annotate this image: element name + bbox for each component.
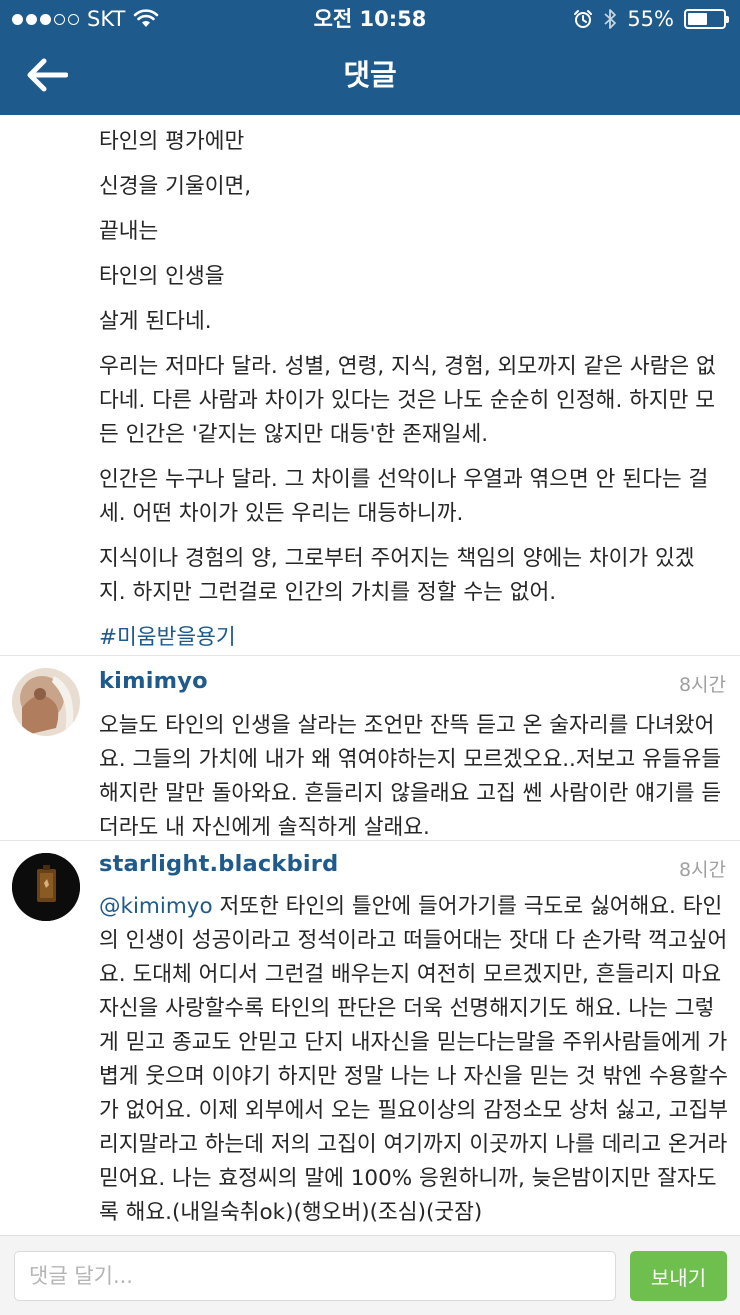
caption-line: 끝내는 — [99, 219, 159, 244]
caption-paragraph: 우리는 저마다 달라. 성별, 연령, 지식, 경험, 외모까지 같은 사람은 … — [99, 354, 716, 447]
caption-paragraph: 지식이나 경험의 양, 그로부터 주어지는 책임의 양에는 차이가 있겠지. 하… — [99, 546, 695, 605]
post-caption: 타인의 평가에만 신경을 기울이면, 끝내는 타인의 인생을 살게 된다네. 우… — [99, 115, 719, 655]
comment-text: 오늘도 타인의 인생을 살라는 조언만 잔뜩 듣고 온 술자리를 다녀왔어요. … — [99, 713, 722, 840]
caption-paragraph: 인간은 누구나 달라. 그 차이를 선악이나 우열과 엮으면 안 된다는 걸세.… — [99, 467, 709, 526]
alarm-icon — [574, 10, 593, 28]
battery-icon — [684, 9, 729, 29]
mention-link[interactable]: @kimimyo — [99, 894, 213, 919]
comment-item: starlight.blackbird 8시간 @kimimyo 저또한 타인의… — [0, 840, 740, 1235]
arrow-left-icon — [27, 58, 68, 92]
bluetooth-icon — [604, 9, 617, 29]
avatar[interactable] — [12, 853, 80, 921]
comments-list[interactable]: 타인의 평가에만 신경을 기울이면, 끝내는 타인의 인생을 살게 된다네. 우… — [0, 115, 740, 1235]
comment-time: 8시간 — [678, 859, 726, 881]
hashtag-link[interactable]: #미움받을용기 — [99, 621, 719, 655]
caption-line: 신경을 기울이면, — [99, 174, 252, 199]
back-button[interactable] — [22, 52, 72, 98]
caption-line: 타인의 평가에만 — [99, 129, 245, 154]
battery-percent: 55% — [627, 7, 674, 31]
caption-line: 타인의 인생을 — [99, 264, 225, 289]
caption-line: 살게 된다네. — [99, 309, 212, 334]
comment-text: @kimimyo 저또한 타인의 틀안에 들어가기를 극도로 싫어해요. 타인의… — [99, 890, 729, 1230]
page-title: 댓글 — [343, 58, 397, 92]
status-bar: SKT 오전 10:58 55% — [0, 0, 740, 38]
comment-item: kimimyo 8시간 오늘도 타인의 인생을 살라는 조언만 잔뜩 듣고 온 … — [0, 655, 740, 840]
nav-bar: 댓글 — [0, 38, 740, 115]
comment-username[interactable]: kimimyo — [99, 668, 208, 694]
user-photo-icon — [12, 668, 80, 736]
comment-input[interactable] — [14, 1251, 616, 1301]
send-button[interactable]: 보내기 — [630, 1251, 727, 1301]
comment-username[interactable]: starlight.blackbird — [99, 851, 338, 877]
comment-time: 8시간 — [678, 674, 726, 696]
comment-text-body: 저또한 타인의 틀안에 들어가기를 극도로 싫어해요. 타인의 인생이 성공이라… — [99, 894, 729, 1225]
top-bar: SKT 오전 10:58 55% 댓글 — [0, 0, 740, 115]
comment-input-bar: 보내기 — [0, 1235, 740, 1315]
user-photo-icon — [12, 853, 80, 921]
avatar[interactable] — [12, 668, 80, 736]
